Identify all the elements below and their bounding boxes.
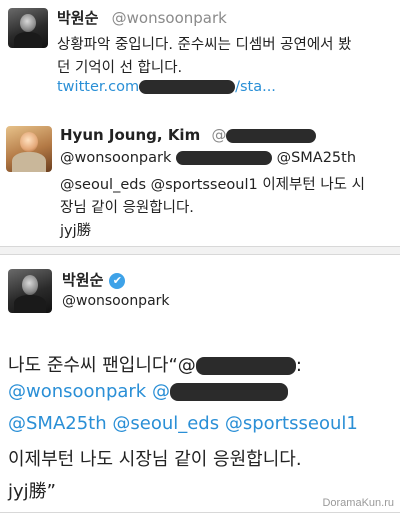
- tweet-text-line: jyj勝: [60, 223, 92, 239]
- mention[interactable]: @seoul_eds @sportsseoul1: [60, 177, 258, 193]
- tweet-text: 나도 준수씨 팬입니다“@: [8, 355, 196, 376]
- tweet-text-line: @seoul_eds @sportsseoul1 이제부턴 나도 시: [60, 173, 365, 194]
- watermark: DoramaKun.ru: [322, 497, 394, 509]
- tweet-text-line: jyj勝”: [8, 481, 56, 502]
- tweet-card-1: 박원순 @wonsoonpark 상황파악 중입니다. 준수씨는 디셈버 공연에…: [0, 0, 400, 119]
- redaction-mark: [226, 128, 317, 143]
- redaction-mark: [195, 357, 296, 375]
- verified-badge-icon: ✔: [109, 272, 126, 289]
- tweet-link[interactable]: twitter.com/sta...: [57, 79, 276, 95]
- tweet-author[interactable]: 박원순 @wonsoonpark: [57, 7, 227, 28]
- author-name[interactable]: Hyun Joung, Kim: [60, 126, 200, 144]
- tweet-text-line: 상황파악 중입니다. 준수씨는 디셈버 공연에서 봤: [57, 37, 352, 53]
- mention[interactable]: @wonsoonpark @: [8, 381, 170, 402]
- link-text[interactable]: twitter.com: [57, 79, 139, 95]
- avatar[interactable]: [6, 126, 52, 172]
- author-handle[interactable]: @wonsoonpark: [62, 293, 170, 309]
- tweet-text-line: 이제부턴 나도 시장님 같이 응원합니다.: [8, 449, 302, 470]
- tweet-author[interactable]: Hyun Joung, Kim @: [60, 126, 317, 144]
- redaction-mark: [139, 80, 236, 94]
- tweet-text: :: [295, 355, 302, 376]
- author-name[interactable]: 박원순: [62, 271, 103, 289]
- tweet-text-line: 나도 준수씨 팬입니다“@:: [8, 351, 302, 377]
- mention[interactable]: @SMA25th: [277, 150, 356, 166]
- link-text[interactable]: /sta...: [235, 79, 276, 95]
- mention[interactable]: @wonsoonpark: [60, 150, 171, 166]
- redaction-mark: [169, 383, 288, 401]
- tweet-text: 이제부턴 나도 시: [262, 177, 365, 193]
- tweet-text-line: @wonsoonpark @: [8, 381, 288, 402]
- tweet-text-line: 던 기억이 선 합니다.: [57, 60, 183, 76]
- avatar[interactable]: [8, 269, 52, 313]
- tweet-author[interactable]: 박원순 ✔: [62, 269, 126, 290]
- author-handle[interactable]: @: [211, 126, 226, 144]
- author-name[interactable]: 박원순: [57, 9, 98, 27]
- author-handle[interactable]: @wonsoonpark: [112, 9, 227, 27]
- redaction-mark: [175, 151, 272, 165]
- tweet-card-2: Hyun Joung, Kim @ @wonsoonpark @SMA25th …: [0, 118, 400, 247]
- tweet-card-3: 박원순 ✔ @wonsoonpark 나도 준수씨 팬입니다“@: @wonsoo…: [0, 254, 400, 513]
- tweet-text-line[interactable]: @SMA25th @seoul_eds @sportsseoul1: [8, 413, 358, 434]
- avatar[interactable]: [8, 8, 48, 48]
- tweet-text-line: @wonsoonpark @SMA25th: [60, 150, 356, 166]
- tweet-text-line: 장님 같이 응원합니다.: [60, 200, 194, 216]
